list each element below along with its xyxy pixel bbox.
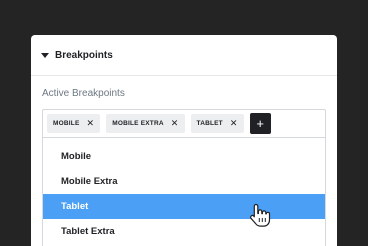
remove-tag-icon[interactable]: ✕ (86, 119, 94, 128)
tag-mobile-extra: MOBILE EXTRA ✕ (106, 114, 185, 133)
breakpoints-select[interactable]: MOBILE ✕ MOBILE EXTRA ✕ TABLET ✕ + (42, 109, 326, 138)
option-mobile-extra[interactable]: Mobile Extra (43, 169, 325, 194)
tag-label: TABLET (196, 120, 223, 127)
hand-pointer-cursor-icon (250, 203, 271, 227)
add-breakpoint-button[interactable]: + (249, 113, 271, 134)
tag-tablet: TABLET ✕ (190, 114, 244, 133)
section-title: Breakpoints (55, 49, 113, 61)
option-mobile[interactable]: Mobile (43, 144, 325, 169)
remove-tag-icon[interactable]: ✕ (230, 119, 238, 128)
breakpoints-section-toggle[interactable]: Breakpoints (31, 35, 337, 76)
remove-tag-icon[interactable]: ✕ (171, 119, 179, 128)
active-breakpoints-label: Active Breakpoints (42, 88, 125, 99)
option-tablet[interactable]: Tablet (43, 194, 325, 219)
tag-label: MOBILE EXTRA (112, 120, 164, 127)
breakpoints-panel: Breakpoints Active Breakpoints MOBILE ✕ … (31, 35, 337, 246)
option-tablet-extra[interactable]: Tablet Extra (43, 219, 325, 244)
tag-label: MOBILE (53, 120, 80, 127)
caret-down-icon[interactable] (41, 53, 49, 58)
breakpoints-dropdown: Mobile Mobile Extra Tablet Tablet Extra (42, 138, 326, 246)
tag-mobile: MOBILE ✕ (47, 114, 101, 133)
